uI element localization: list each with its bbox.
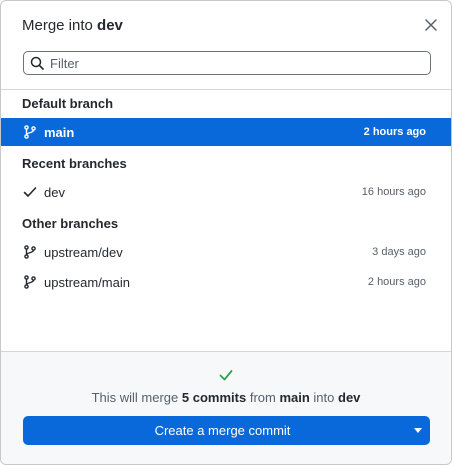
- filter-box[interactable]: [23, 51, 431, 75]
- source-branch: main: [279, 390, 310, 405]
- git-branch-icon: [24, 245, 36, 259]
- close-icon: [425, 19, 437, 31]
- section-other-branches: Other branches: [22, 216, 119, 231]
- msg-from: from: [249, 390, 276, 405]
- dialog-header: Merge into dev: [1, 1, 451, 49]
- branch-time: 16 hours ago: [361, 186, 426, 198]
- merge-dialog: Merge into dev Default branch main 2 hou…: [0, 0, 452, 465]
- create-merge-commit-button[interactable]: Create a merge commit: [23, 416, 430, 445]
- caret-down-icon[interactable]: [414, 428, 422, 433]
- branch-item-upstream-main[interactable]: upstream/main 2 hours ago: [1, 268, 451, 296]
- branch-time: 2 hours ago: [367, 276, 426, 288]
- close-button[interactable]: [421, 15, 441, 35]
- branch-name: upstream/dev: [44, 245, 123, 260]
- commit-count: 5 commits: [181, 390, 247, 405]
- divider: [1, 89, 451, 90]
- dialog-footer: This will merge 5 commits from main into…: [1, 351, 451, 464]
- dialog-title: Merge into dev: [22, 17, 123, 34]
- branch-item-dev[interactable]: dev 16 hours ago: [1, 178, 451, 206]
- title-branch: dev: [97, 17, 123, 34]
- msg-prefix: This will merge: [91, 390, 179, 405]
- branch-item-upstream-dev[interactable]: upstream/dev 3 days ago: [1, 238, 451, 266]
- merge-summary: This will merge 5 commits from main into…: [1, 390, 451, 405]
- msg-into: into: [313, 390, 335, 405]
- branch-name: upstream/main: [44, 275, 130, 290]
- section-recent-branches: Recent branches: [22, 156, 127, 171]
- branch-time: 2 hours ago: [363, 126, 426, 138]
- filter-input[interactable]: [50, 52, 420, 74]
- checkmark-icon: [23, 187, 37, 197]
- check-icon: [219, 370, 233, 381]
- title-prefix: Merge into: [22, 17, 93, 34]
- search-icon: [30, 56, 44, 70]
- branch-time: 3 days ago: [372, 246, 426, 258]
- branch-name: main: [44, 125, 75, 140]
- branch-name: dev: [44, 185, 65, 200]
- section-default-branch: Default branch: [22, 96, 114, 111]
- git-branch-icon: [24, 125, 36, 139]
- git-branch-icon: [24, 275, 36, 289]
- target-branch: dev: [338, 390, 361, 405]
- button-label: Create a merge commit: [154, 423, 291, 438]
- branch-item-main[interactable]: main 2 hours ago: [1, 118, 451, 146]
